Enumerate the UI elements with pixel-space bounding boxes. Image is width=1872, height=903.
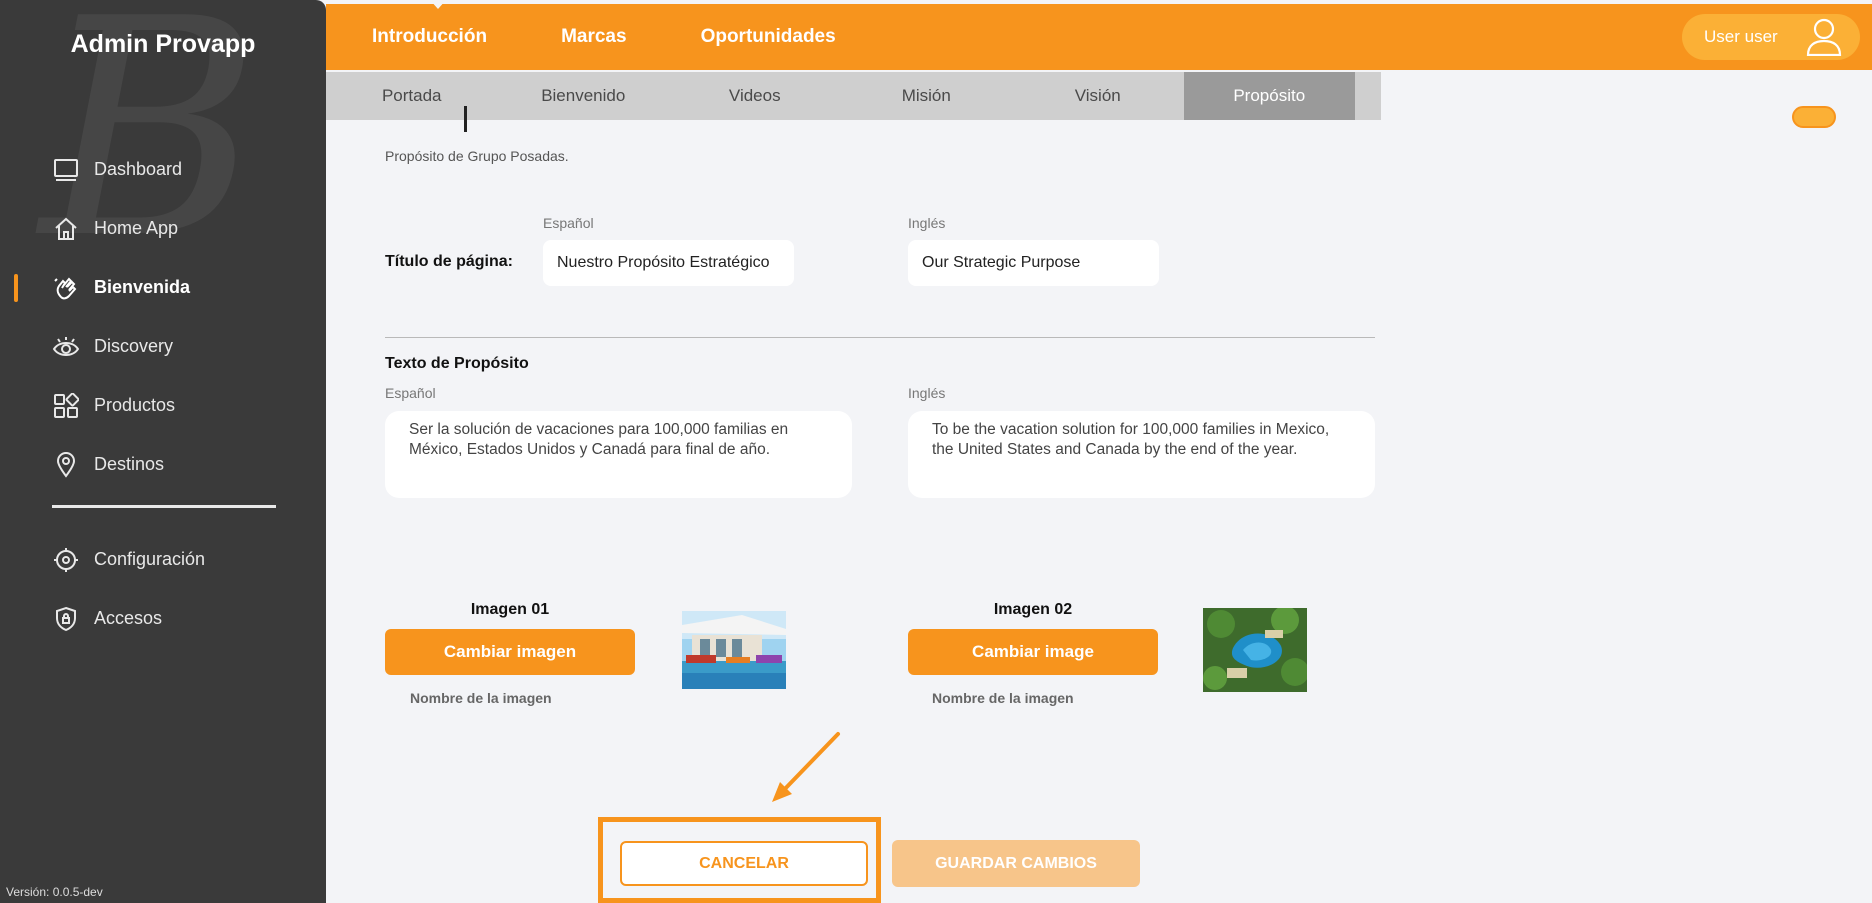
map-pin-icon	[52, 451, 80, 479]
sidebar-nav: Dashboard Home App Bienvenida Discovery	[0, 140, 326, 494]
user-menu-button[interactable]: User user	[1682, 14, 1860, 60]
sidebar-item-productos[interactable]: Productos	[0, 376, 326, 435]
sidebar: B Admin Provapp Dashboard Home App Bienv…	[0, 0, 326, 903]
image-02-label: Imagen 02	[993, 601, 1073, 618]
sidebar-item-destinos[interactable]: Destinos	[0, 435, 326, 494]
section-description: Propósito de Grupo Posadas.	[385, 148, 569, 164]
purpose-es-label: Español	[385, 385, 436, 401]
change-image-02-button[interactable]: Cambiar image	[908, 629, 1158, 675]
sidebar-item-dashboard[interactable]: Dashboard	[0, 140, 326, 199]
sidebar-item-configuracion[interactable]: Configuración	[0, 530, 326, 589]
image-01-label: Imagen 01	[470, 601, 550, 618]
top-nav-marcas[interactable]: Marcas	[561, 26, 627, 48]
image-01-name: Nombre de la imagen	[410, 690, 552, 706]
annotation-highlight-box	[598, 817, 881, 903]
sidebar-item-discovery[interactable]: Discovery	[0, 317, 326, 376]
image-02-name: Nombre de la imagen	[932, 690, 1074, 706]
sidebar-item-label: Home App	[94, 218, 179, 238]
page-title-es-input[interactable]: Nuestro Propósito Estratégico	[543, 240, 794, 286]
page-title-label: Título de página:	[385, 253, 513, 270]
sidebar-item-label: Accesos	[94, 608, 163, 628]
sidebar-item-label: Destinos	[94, 454, 165, 474]
purpose-en-textarea[interactable]: To be the vacation solution for 100,000 …	[908, 411, 1375, 498]
title-en-label: Inglés	[908, 215, 946, 231]
tab-vision[interactable]: Visión	[1012, 72, 1184, 120]
sidebar-item-label: Dashboard	[94, 159, 183, 179]
shield-icon	[52, 605, 80, 633]
sidebar-nav-secondary: Configuración Accesos	[0, 530, 326, 648]
section-divider	[385, 337, 1375, 338]
sidebar-item-home-app[interactable]: Home App	[0, 199, 326, 258]
tab-proposito[interactable]: Propósito	[1183, 72, 1355, 120]
purpose-text-label: Texto de Propósito	[385, 355, 529, 372]
image-02-thumbnail	[1203, 608, 1307, 692]
sidebar-item-label: Discovery	[94, 336, 174, 356]
top-nav-oportunidades[interactable]: Oportunidades	[701, 26, 836, 48]
wave-hand-icon	[52, 274, 80, 302]
purpose-en-label: Inglés	[908, 385, 946, 401]
title-es-label: Español	[543, 215, 594, 231]
change-image-01-button[interactable]: Cambiar imagen	[385, 629, 635, 675]
grid-icon	[52, 392, 80, 420]
user-icon	[1806, 18, 1842, 61]
sidebar-divider	[52, 505, 276, 508]
sidebar-item-bienvenida[interactable]: Bienvenida	[0, 258, 326, 317]
sub-tabs: Portada Bienvenido Videos Misión Visión …	[326, 72, 1381, 120]
tab-videos[interactable]: Videos	[669, 72, 841, 120]
app-title: Admin Provapp	[70, 30, 256, 58]
section-heading-fragment	[464, 106, 476, 132]
eye-icon	[52, 333, 80, 361]
purpose-es-textarea[interactable]: Ser la solución de vacaciones para 100,0…	[385, 411, 852, 498]
annotation-arrow-icon	[772, 732, 840, 802]
version-label: Versión: 0.0.5-dev	[6, 885, 103, 899]
save-changes-button[interactable]: GUARDAR CAMBIOS	[892, 840, 1140, 887]
sidebar-item-label: Productos	[94, 395, 176, 415]
top-bar: Introducción Marcas Oportunidades User u…	[326, 0, 1872, 70]
main-content: Propósito de Grupo Posadas. Español Ingl…	[326, 106, 1872, 903]
sidebar-item-accesos[interactable]: Accesos	[0, 589, 326, 648]
top-nav: Introducción Marcas Oportunidades	[372, 4, 910, 70]
image-01-thumbnail	[682, 611, 786, 689]
sidebar-item-label: Configuración	[94, 549, 206, 569]
page-title-en-input[interactable]: Our Strategic Purpose	[908, 240, 1159, 286]
top-nav-introduccion[interactable]: Introducción	[372, 26, 487, 48]
sidebar-item-label: Bienvenida	[94, 277, 191, 297]
home-icon	[52, 215, 80, 243]
monitor-icon	[52, 156, 80, 184]
tab-bienvenido[interactable]: Bienvenido	[498, 72, 670, 120]
gear-icon	[52, 546, 80, 574]
tab-mision[interactable]: Misión	[841, 72, 1013, 120]
user-name: User user	[1704, 27, 1778, 46]
visibility-toggle[interactable]	[1792, 106, 1836, 128]
active-indicator	[14, 274, 18, 302]
